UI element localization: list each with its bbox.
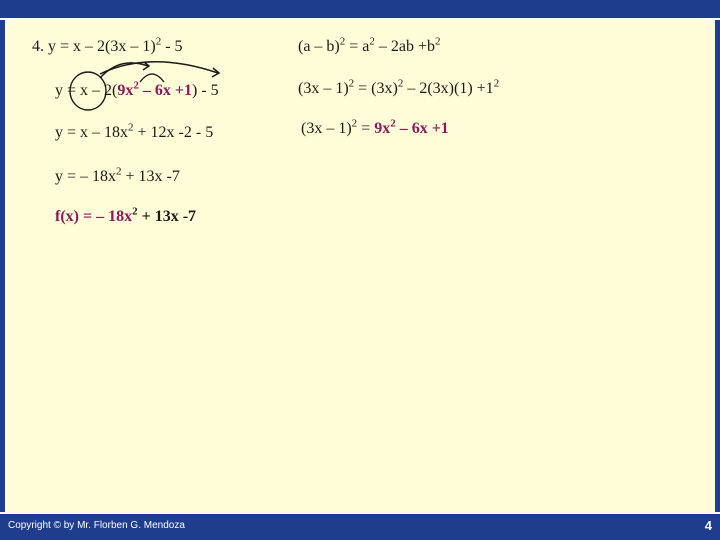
step-2-text: y = x – 2( xyxy=(55,82,118,99)
formula-substitution-exp-3: 2 xyxy=(493,77,500,90)
distribution-arc xyxy=(139,73,165,83)
formula-identity-rhs-b: – 2ab +b xyxy=(374,38,436,55)
formula-result-lhs: (3x – 1) xyxy=(301,120,352,137)
formula-result: (3x – 1)2 = 9x2 – 6x +1 xyxy=(301,118,449,138)
formula-identity-rhs-a: = a xyxy=(345,38,370,55)
step-1: 4. y = x – 2(3x – 1)2 - 5 xyxy=(32,36,183,56)
top-bar-divider xyxy=(0,18,720,20)
step-1-rest: - 5 xyxy=(161,38,183,55)
step-5-final-answer: f(x) = – 18x2 + 13x -7 xyxy=(55,206,197,226)
formula-identity: (a – b)2 = a2 – 2ab +b2 xyxy=(298,35,441,56)
distribution-arrow-1-head xyxy=(142,61,151,71)
distribution-arrow-2-head xyxy=(211,67,221,78)
formula-substitution: (3x – 1)2 = (3x)2 – 2(3x)(1) +12 xyxy=(298,77,500,98)
step-4-text: y = – 18x xyxy=(55,168,117,185)
step-2: y = x – 2(9x2 – 6x +1) - 5 xyxy=(55,80,219,100)
left-frame xyxy=(0,20,5,520)
formula-substitution-lhs: (3x – 1) xyxy=(298,80,349,97)
step-3: y = x – 18x2 + 12x -2 - 5 xyxy=(55,122,214,142)
formula-result-term: 9x xyxy=(374,120,391,137)
copyright-text: Copyright © by Mr. Florben G. Mendoza xyxy=(8,520,185,531)
step-4: y = – 18x2 + 13x -7 xyxy=(55,166,180,186)
step-3-rest: + 12x -2 - 5 xyxy=(133,124,214,141)
step-3-text: y = x – 18x xyxy=(55,124,129,141)
step-4-rest: + 13x -7 xyxy=(121,168,180,185)
formula-identity-exp-3: 2 xyxy=(435,35,441,48)
top-bar xyxy=(0,0,720,18)
right-frame xyxy=(715,20,720,520)
distribution-arrow-2 xyxy=(99,61,219,75)
formula-substitution-rhs-a: = (3x) xyxy=(354,80,398,97)
formula-identity-lhs: (a – b) xyxy=(298,38,340,55)
formula-result-equals: = xyxy=(357,120,375,137)
step-2-highlight-rest: – 6x +1 xyxy=(138,82,192,99)
formula-result-rest: – 6x +1 xyxy=(395,120,449,137)
step-2-tail: ) - 5 xyxy=(191,82,219,99)
page-number: 4 xyxy=(704,518,712,533)
distribution-arrow-1 xyxy=(99,62,149,79)
final-answer-text: f(x) = – 18x xyxy=(55,208,133,225)
formula-substitution-rhs-b: – 2(3x)(1) +1 xyxy=(403,80,494,97)
step-2-highlight-term: 9x xyxy=(117,82,134,99)
step-1-text: 4. y = x – 2(3x – 1) xyxy=(32,38,156,55)
final-answer-rest: + 13x -7 xyxy=(137,208,197,225)
